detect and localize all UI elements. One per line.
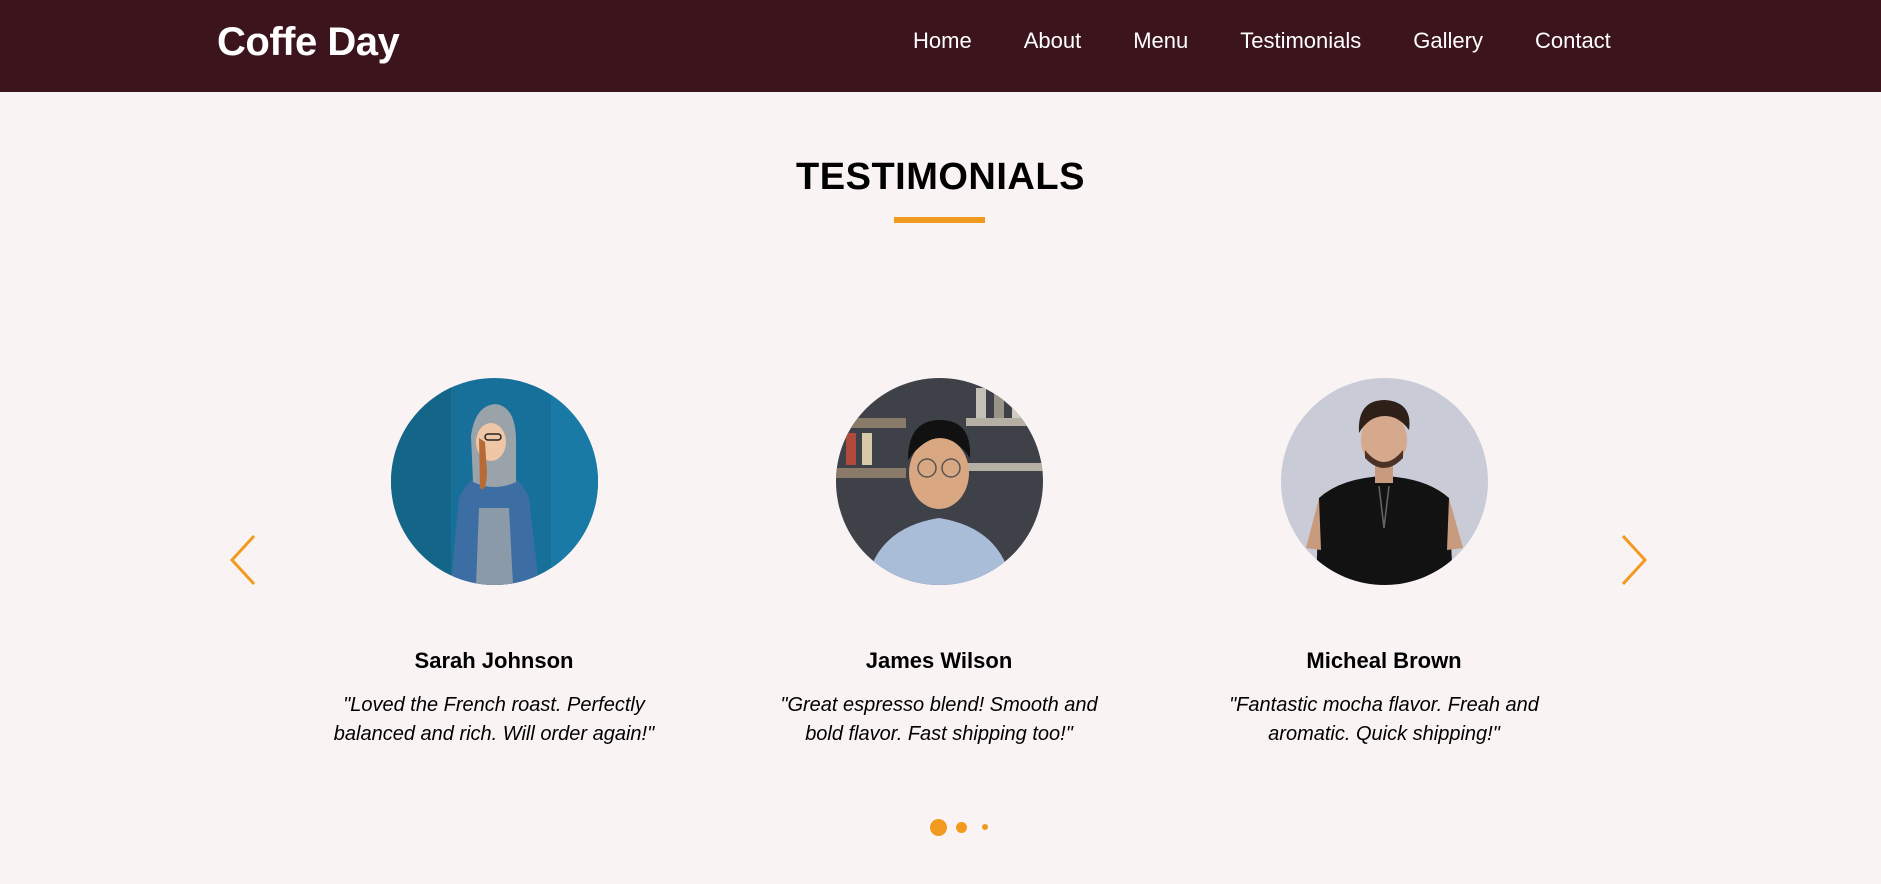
main-nav: Home About Menu Testimonials Gallery Con…	[913, 26, 1611, 56]
chevron-left-icon	[229, 534, 256, 586]
carousel-pagination	[930, 818, 988, 836]
testimonial-name: Sarah Johnson	[414, 648, 574, 673]
nav-gallery-link[interactable]: Gallery	[1413, 26, 1483, 56]
carousel-prev-button[interactable]	[228, 532, 262, 588]
testimonial-card: Micheal Brown "Fantastic mocha flavor. F…	[1174, 378, 1594, 749]
avatar	[390, 378, 598, 585]
chevron-right-icon	[1621, 534, 1648, 586]
testimonial-card: James Wilson "Great espresso blend! Smoo…	[729, 378, 1149, 749]
testimonial-name: James Wilson	[865, 648, 1013, 673]
testimonial-quote: "Fantastic mocha flavor. Freah and aroma…	[1229, 694, 1539, 745]
testimonial-quote: "Loved the French roast. Perfectly balan…	[333, 694, 655, 745]
carousel-next-button[interactable]	[1617, 532, 1651, 588]
avatar	[1280, 378, 1488, 585]
person-photo-icon	[835, 378, 1043, 585]
nav-about-link[interactable]: About	[1024, 26, 1082, 56]
nav-menu-link[interactable]: Menu	[1133, 26, 1188, 56]
brand-logo[interactable]: Coffe Day	[217, 18, 400, 66]
carousel-dot[interactable]	[982, 824, 988, 830]
carousel-dot-active[interactable]	[930, 818, 947, 836]
testimonial-quote: "Great espresso blend! Smooth and bold f…	[780, 694, 1098, 745]
section-title: TESTIMONIALS	[796, 156, 1085, 198]
nav-testimonials-link[interactable]: Testimonials	[1240, 26, 1361, 56]
person-photo-icon	[390, 378, 598, 585]
carousel-dot[interactable]	[956, 821, 967, 833]
person-photo-icon	[1280, 378, 1488, 585]
avatar	[835, 378, 1043, 585]
testimonial-name: Micheal Brown	[1306, 648, 1462, 673]
testimonial-card: Sarah Johnson "Loved the French roast. P…	[284, 378, 704, 749]
nav-contact-link[interactable]: Contact	[1535, 26, 1611, 56]
nav-home-link[interactable]: Home	[913, 26, 972, 56]
title-underline	[894, 217, 985, 223]
top-navbar: Coffe Day Home About Menu Testimonials G…	[0, 0, 1881, 92]
